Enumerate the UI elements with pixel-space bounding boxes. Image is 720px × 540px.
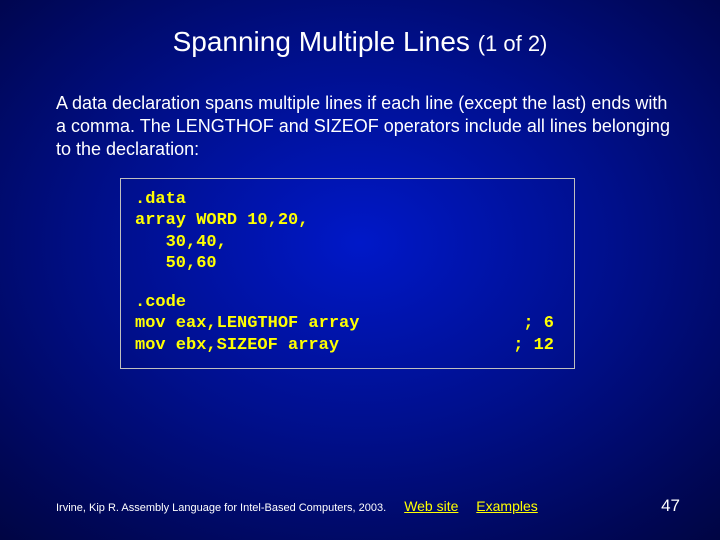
footer-links: Web site Examples (404, 498, 552, 514)
code-box: .data array WORD 10,20, 30,40, 50,60 .co… (120, 178, 575, 369)
code-line: .code (135, 292, 186, 313)
slide: Spanning Multiple Lines (1 of 2) A data … (0, 0, 720, 540)
slide-title: Spanning Multiple Lines (1 of 2) (0, 26, 720, 58)
code-line: mov eax,LENGTHOF array (135, 313, 359, 334)
link-website[interactable]: Web site (404, 498, 458, 514)
footer: Irvine, Kip R. Assembly Language for Int… (56, 496, 680, 516)
body-text: A data declaration spans multiple lines … (56, 92, 680, 161)
link-examples[interactable]: Examples (476, 498, 537, 514)
code-block-data: .data array WORD 10,20, 30,40, 50,60 (135, 189, 560, 274)
page-number: 47 (661, 496, 680, 516)
code-line: mov ebx,SIZEOF array (135, 335, 339, 356)
title-main: Spanning Multiple Lines (173, 26, 478, 57)
title-sub: (1 of 2) (478, 31, 548, 56)
citation: Irvine, Kip R. Assembly Language for Int… (56, 502, 386, 514)
code-comment: ; 12 (513, 335, 560, 356)
code-comment: ; 6 (523, 313, 560, 334)
